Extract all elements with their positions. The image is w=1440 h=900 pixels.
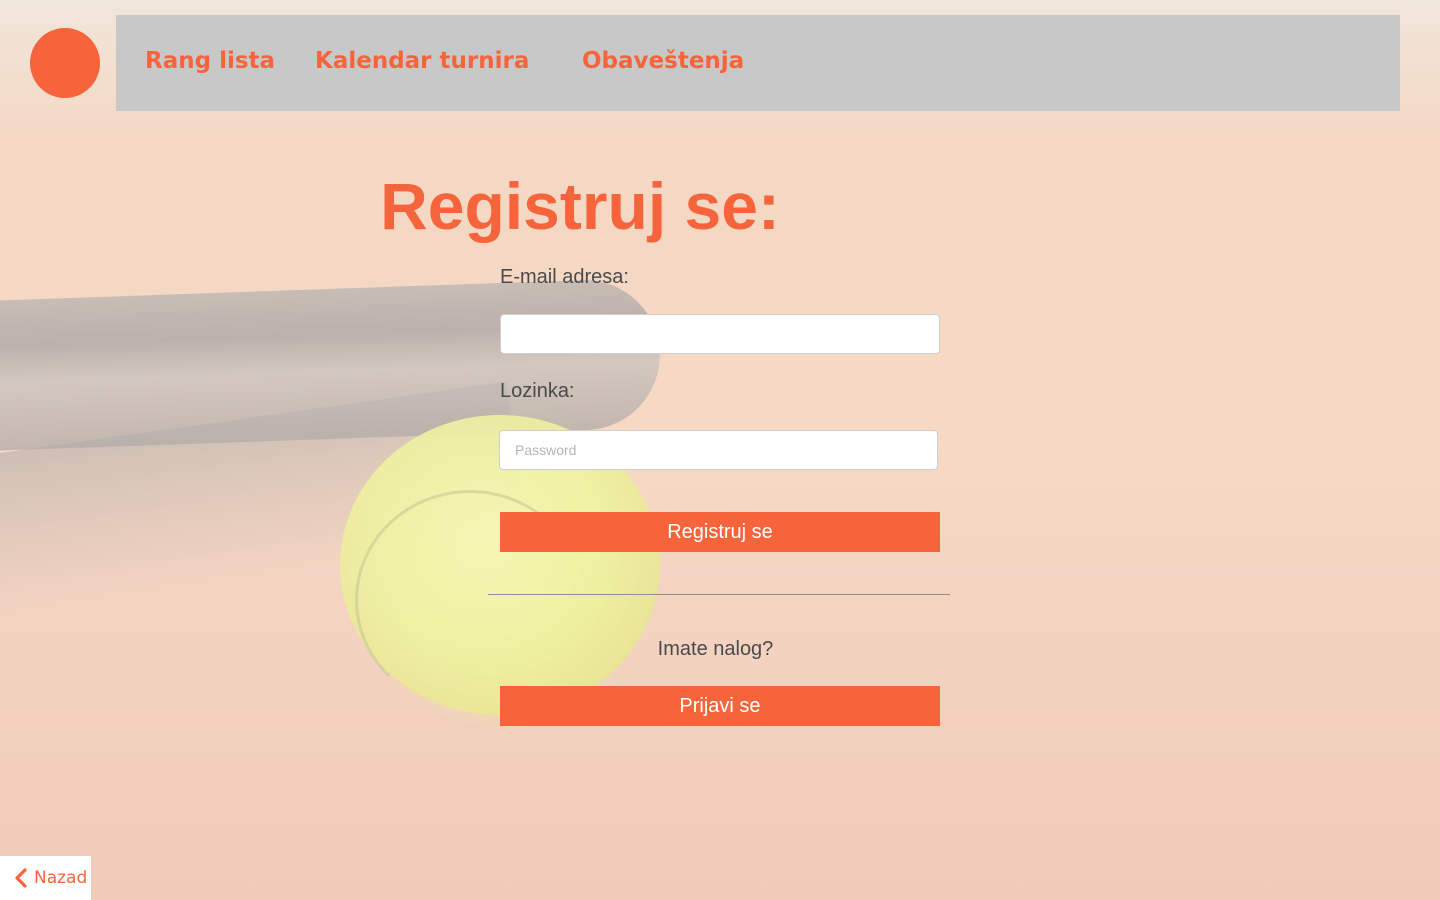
nav-link-rang-lista[interactable]: Rang lista <box>145 48 275 74</box>
page-title: Registruj se: <box>0 168 1440 244</box>
chevron-left-icon <box>15 868 27 888</box>
password-field[interactable] <box>499 430 938 470</box>
email-field[interactable] <box>500 314 940 354</box>
logo[interactable] <box>30 28 100 98</box>
have-account-text: Imate nalog? <box>657 638 774 660</box>
password-label: Lozinka: <box>500 380 575 402</box>
divider <box>488 594 950 595</box>
email-label: E-mail adresa: <box>500 266 629 288</box>
back-button[interactable]: Nazad <box>0 856 91 900</box>
top-navbar: Rang lista Kalendar turnira Obaveštenja <box>116 15 1400 111</box>
back-label: Nazad <box>34 868 88 888</box>
register-button[interactable]: Registruj se <box>500 512 940 552</box>
nav-link-obavestenja[interactable]: Obaveštenja <box>582 48 744 74</box>
nav-link-kalendar-turnira[interactable]: Kalendar turnira <box>315 48 529 74</box>
page-title-text: Registruj se: <box>380 169 780 243</box>
login-button[interactable]: Prijavi se <box>500 686 940 726</box>
